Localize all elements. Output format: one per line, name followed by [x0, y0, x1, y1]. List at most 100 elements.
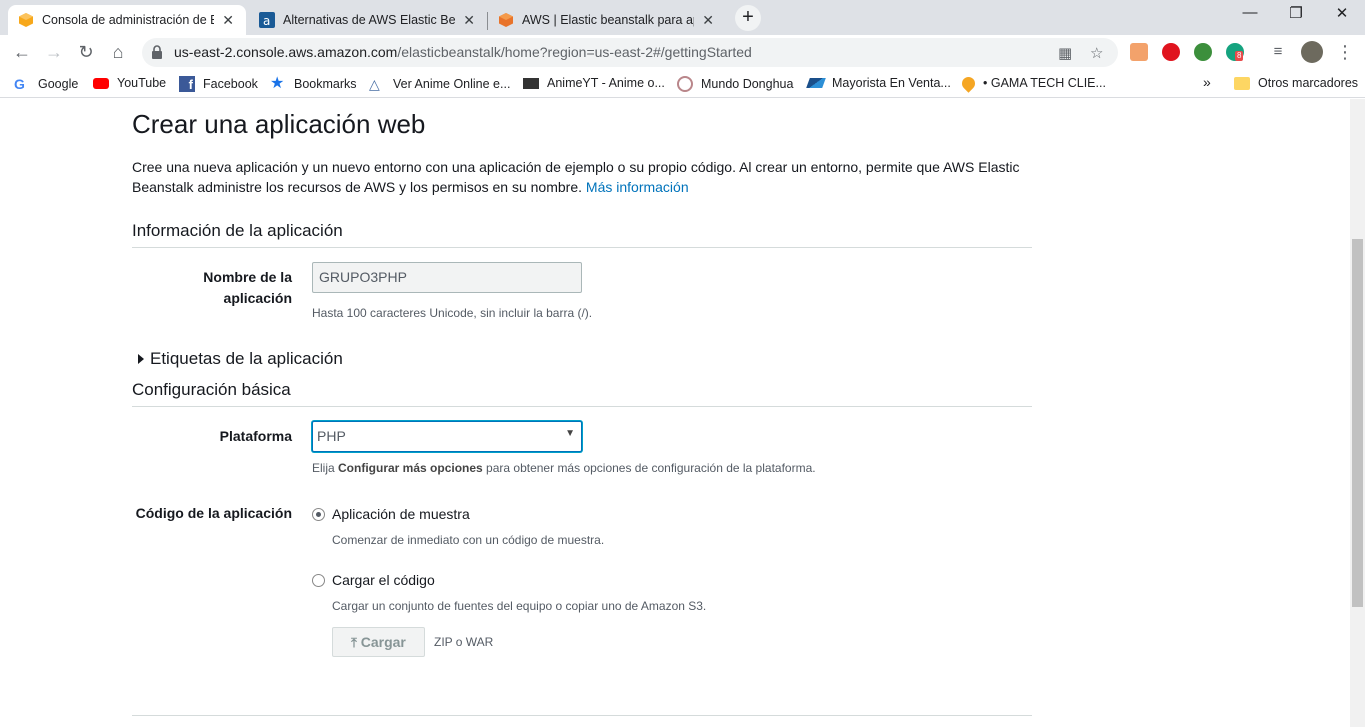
- tab-aws-elastic-beanstalk[interactable]: AWS | Elastic beanstalk para aplic ✕: [488, 5, 726, 35]
- donghua-icon: [677, 76, 693, 92]
- aws-box-icon: [19, 13, 33, 27]
- folder-icon: [1234, 76, 1250, 90]
- close-window-button[interactable]: ✕: [1319, 4, 1365, 22]
- other-bookmarks[interactable]: Otros marcadores: [1234, 76, 1358, 90]
- media-queue-icon[interactable]: ≡: [1266, 41, 1290, 65]
- bookmark-google[interactable]: G Google: [14, 76, 78, 92]
- bookmark-mundo-donghua[interactable]: Mundo Donghua: [677, 76, 793, 92]
- platform-help: Elija Configurar más opciones para obten…: [312, 461, 816, 475]
- tab-title: Alternativas de AWS Elastic Beans: [283, 13, 456, 27]
- bookmark-label: Mundo Donghua: [701, 77, 794, 91]
- profile-avatar[interactable]: [1301, 41, 1323, 63]
- close-tab-icon[interactable]: ✕: [700, 12, 716, 29]
- url-path: /elasticbeanstalk/home?region=us-east-2#…: [397, 44, 752, 60]
- lock-icon: [152, 45, 162, 59]
- upload-button-label: Cargar: [360, 634, 406, 650]
- extension-globe-icon[interactable]: [1194, 43, 1212, 61]
- video-icon: [523, 77, 539, 89]
- upload-format-hint: ZIP o WAR: [434, 635, 494, 649]
- app-code-label: Código de la aplicación: [135, 505, 292, 521]
- tab-beanstalk-console[interactable]: Consola de administración de Ela ✕: [8, 5, 246, 35]
- translate-icon[interactable]: ▦: [1058, 44, 1072, 62]
- configure-more-options-text: Configurar más opciones: [338, 461, 483, 475]
- bookmark-label: YouTube: [117, 76, 167, 90]
- aws-cube-icon: [499, 13, 513, 27]
- tab-alternativas[interactable]: a Alternativas de AWS Elastic Beans ✕: [249, 5, 487, 35]
- bookmark-gama-tech[interactable]: • GAMA TECH CLIE...: [959, 73, 1106, 93]
- bookmark-label: Google: [38, 77, 79, 91]
- tab-title: Consola de administración de Ela: [42, 13, 215, 27]
- facebook-icon: f: [179, 76, 195, 92]
- page-content: Crear una aplicación web Cree una nueva …: [0, 99, 1350, 727]
- upload-button[interactable]: ⤒ Cargar: [332, 627, 425, 657]
- bookmark-facebook[interactable]: f Facebook: [179, 76, 258, 92]
- sample-app-radio[interactable]: [312, 508, 325, 521]
- basic-config-section-title: Configuración básica: [132, 380, 1032, 407]
- platform-label: Plataforma: [219, 428, 292, 444]
- app-name-help: Hasta 100 caracteres Unicode, sin inclui…: [312, 306, 593, 320]
- svg-text:a: a: [263, 14, 270, 28]
- bookmark-bookmarks[interactable]: ★ Bookmarks: [270, 76, 357, 92]
- app-tags-label: Etiquetas de la aplicación: [150, 349, 343, 368]
- grammarly-icon[interactable]: 8: [1226, 43, 1244, 61]
- platform-value: PHP: [317, 428, 346, 444]
- home-icon[interactable]: ⌂: [106, 41, 130, 65]
- app-tags-toggle[interactable]: Etiquetas de la aplicación: [138, 349, 343, 369]
- platform-help-suffix: para obtener más opciones de configuraci…: [482, 461, 816, 475]
- url-host: us-east-2.console.aws.amazon.com: [174, 44, 398, 60]
- forward-icon[interactable]: →: [42, 41, 66, 65]
- caret-right-icon: [138, 354, 144, 364]
- address-bar[interactable]: us-east-2.console.aws.amazon.com/elastic…: [142, 38, 1118, 67]
- scrollbar-thumb[interactable]: [1352, 239, 1363, 607]
- upload-code-radio[interactable]: [312, 574, 325, 587]
- bookmark-label: Facebook: [203, 77, 258, 91]
- upload-code-label[interactable]: Cargar el código: [332, 572, 435, 588]
- tab-title: AWS | Elastic beanstalk para aplic: [522, 13, 695, 27]
- reload-icon[interactable]: ↻: [74, 41, 98, 65]
- app-name-input[interactable]: GRUPO3PHP: [312, 262, 582, 293]
- app-name-label-line2: aplicación: [223, 290, 292, 306]
- upload-code-help: Cargar un conjunto de fuentes del equipo…: [332, 599, 707, 613]
- app-name-label-line1: Nombre de la: [203, 269, 292, 285]
- menu-icon[interactable]: ⋮: [1333, 41, 1357, 65]
- restore-button[interactable]: ❐: [1273, 4, 1319, 22]
- upload-icon: ⤒: [351, 635, 357, 650]
- platform-select[interactable]: PHP ▼: [312, 421, 582, 452]
- url-text: us-east-2.console.aws.amazon.com/elastic…: [174, 44, 752, 60]
- platform-help-prefix: Elija: [312, 461, 339, 475]
- sample-app-label[interactable]: Aplicación de muestra: [332, 506, 470, 522]
- bookmark-label: • GAMA TECH CLIE...: [983, 76, 1106, 90]
- page-title: Crear una aplicación web: [132, 109, 426, 139]
- close-tab-icon[interactable]: ✕: [461, 12, 477, 29]
- close-tab-icon[interactable]: ✕: [220, 12, 236, 29]
- more-info-link[interactable]: Más información: [586, 179, 689, 195]
- bookmark-label: Otros marcadores: [1258, 76, 1359, 90]
- star-icon[interactable]: ☆: [1090, 44, 1103, 62]
- sample-app-help: Comenzar de inmediato con un código de m…: [332, 533, 605, 547]
- bookmark-ver-anime[interactable]: △ Ver Anime Online e...: [369, 76, 510, 92]
- browser-tab-strip: Consola de administración de Ela ✕ a Alt…: [0, 0, 1365, 35]
- bookmark-mayorista[interactable]: Mayorista En Venta...: [806, 76, 951, 90]
- bookmarks-overflow-button[interactable]: »: [1203, 74, 1211, 90]
- extension-badge: 8: [1235, 51, 1244, 61]
- bookmark-label: AnimeYT - Anime o...: [547, 76, 665, 90]
- star-icon: ★: [270, 75, 285, 92]
- bookmark-label: Ver Anime Online e...: [393, 77, 511, 91]
- browser-toolbar: ← → ↻ ⌂ us-east-2.console.aws.amazon.com…: [0, 35, 1365, 70]
- alternativeto-icon: a: [259, 12, 275, 28]
- intro-paragraph: Cree una nueva aplicación y un nuevo ent…: [132, 157, 1032, 197]
- dropdown-arrow-icon: ▼: [565, 428, 575, 439]
- extension-image-icon[interactable]: [1130, 43, 1148, 61]
- back-icon[interactable]: ←: [10, 41, 34, 65]
- bookmark-animeyt[interactable]: AnimeYT - Anime o...: [523, 76, 665, 90]
- bookmark-youtube[interactable]: YouTube: [93, 76, 166, 90]
- new-tab-button[interactable]: +: [735, 5, 761, 31]
- adblock-icon[interactable]: [1162, 43, 1180, 61]
- mayorista-icon: [806, 78, 826, 88]
- page-scrollbar[interactable]: [1350, 99, 1365, 727]
- minimize-button[interactable]: —: [1227, 4, 1273, 21]
- intro-text: Cree una nueva aplicación y un nuevo ent…: [132, 159, 1020, 195]
- bookmark-label: Bookmarks: [294, 77, 357, 91]
- app-info-section-title: Información de la aplicación: [132, 221, 1032, 248]
- gama-icon: [959, 73, 978, 93]
